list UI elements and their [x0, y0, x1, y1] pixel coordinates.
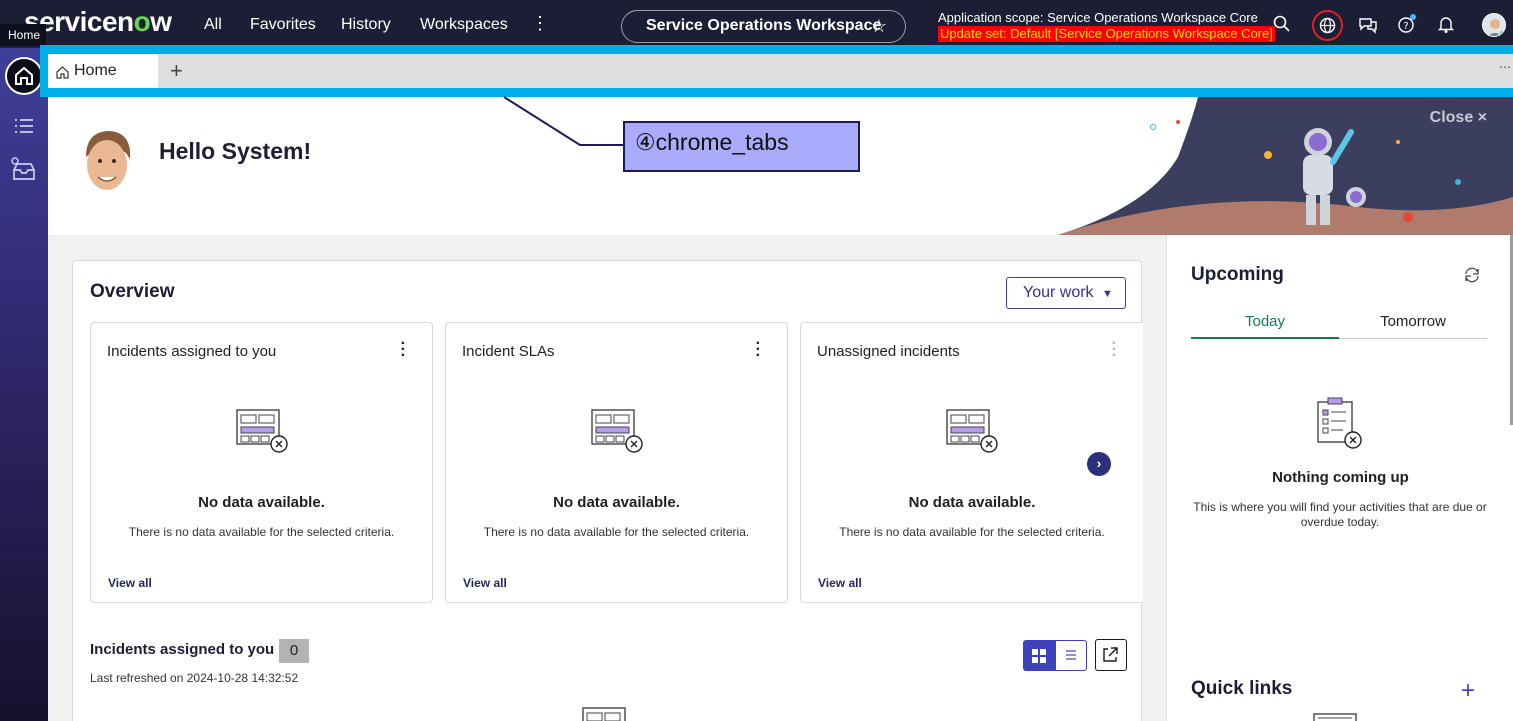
- no-data-illustration: [946, 409, 998, 453]
- left-sidebar: [0, 48, 48, 721]
- no-data-title: No data available.: [553, 494, 680, 511]
- home-icon: [56, 66, 69, 79]
- search-icon[interactable]: [1270, 12, 1294, 36]
- no-data-description: There is no data available for the selec…: [483, 525, 750, 539]
- nothing-coming-up-title: Nothing coming up: [1272, 469, 1409, 486]
- your-work-dropdown[interactable]: Your work ▼: [1006, 277, 1126, 309]
- card-menu-icon[interactable]: · · ·: [756, 336, 761, 364]
- quick-links-title: Quick links: [1191, 678, 1293, 699]
- update-set: Update set: Default [Service Operations …: [938, 26, 1275, 42]
- nothing-coming-up-description: This is where you will find your activit…: [1193, 500, 1487, 529]
- no-data-title: No data available.: [198, 494, 325, 511]
- grid-icon: [1032, 649, 1046, 663]
- view-all-link[interactable]: View all: [463, 576, 507, 590]
- no-data-illustration: [236, 409, 288, 453]
- tab-home-label: Home: [74, 62, 117, 79]
- card-incident-slas: Incident SLAs · · · No data available. The…: [445, 322, 788, 603]
- tab-today[interactable]: Today: [1191, 305, 1339, 339]
- view-all-link[interactable]: View all: [818, 576, 862, 590]
- card-menu-icon[interactable]: · · ·: [401, 336, 406, 364]
- tab-overflow-icon[interactable]: ⋯: [1499, 60, 1511, 74]
- nav-workspaces[interactable]: Workspaces: [420, 16, 508, 34]
- tab-home[interactable]: Home: [48, 54, 158, 88]
- card-menu-icon[interactable]: · · ·: [1112, 336, 1117, 364]
- bell-icon[interactable]: [1434, 12, 1458, 36]
- card-incidents-assigned: Incidents assigned to you · · · No data av…: [90, 322, 433, 603]
- user-photo: [72, 127, 140, 201]
- clipboard-illustration: [1317, 397, 1362, 449]
- refresh-icon[interactable]: [1463, 266, 1481, 284]
- greeting-heading: Hello System!: [159, 138, 312, 164]
- close-banner-button[interactable]: Close ×: [1430, 109, 1487, 127]
- add-quick-link-button[interactable]: +: [1461, 677, 1475, 705]
- last-refreshed: Last refreshed on 2024-10-28 14:32:52: [90, 671, 299, 685]
- workspace-title: Service Operations Workspace: [646, 17, 882, 34]
- nav-favorites[interactable]: Favorites: [250, 16, 316, 34]
- home-icon[interactable]: [5, 57, 43, 95]
- chrome-tabs: Home + ⋯: [40, 45, 1513, 97]
- favorite-star-icon[interactable]: ☆: [871, 16, 887, 37]
- application-scope: Application scope: Service Operations Wo…: [938, 10, 1258, 25]
- svg-text:?: ?: [1403, 21, 1408, 32]
- home-tooltip: Home: [0, 24, 46, 46]
- card-title: Incidents assigned to you: [107, 343, 277, 360]
- no-data-illustration: [591, 409, 643, 453]
- chevron-down-icon: ▼: [1102, 288, 1113, 300]
- workspace-title-pill[interactable]: Service Operations Workspace ☆: [621, 10, 906, 43]
- list-icon[interactable]: [12, 114, 36, 138]
- overview-panel: Overview Your work ▼ Incidents assigned …: [72, 260, 1143, 721]
- application-scope-info[interactable]: Application scope: Service Operations Wo…: [938, 10, 1275, 42]
- add-tab-button[interactable]: +: [170, 58, 183, 84]
- card-title: Incident SLAs: [462, 343, 555, 360]
- tab-tomorrow[interactable]: Tomorrow: [1339, 305, 1487, 339]
- annotation-leader-line: [503, 96, 625, 146]
- view-all-link[interactable]: View all: [108, 576, 152, 590]
- carousel-next-button[interactable]: ›: [1087, 452, 1111, 476]
- help-icon[interactable]: ?: [1395, 12, 1419, 36]
- no-data-description: There is no data available for the selec…: [128, 525, 395, 539]
- inbox-icon[interactable]: [10, 156, 38, 184]
- overview-title: Overview: [90, 281, 175, 302]
- user-avatar[interactable]: [1482, 13, 1506, 37]
- globe-icon: [1319, 17, 1336, 34]
- globe-button[interactable]: [1312, 10, 1343, 41]
- quick-links-illustration: [1313, 713, 1357, 721]
- top-navigation-bar: servicenow All Favorites History Workspa…: [0, 0, 1513, 48]
- nav-all[interactable]: All: [204, 16, 222, 34]
- card-title: Unassigned incidents: [817, 343, 960, 360]
- servicenow-logo[interactable]: servicenow: [24, 6, 172, 38]
- more-menu-icon[interactable]: ⋮: [531, 13, 549, 34]
- no-data-title: No data available.: [908, 494, 1036, 511]
- grid-view-toggle[interactable]: [1023, 640, 1055, 671]
- annotation-label: ④chrome_tabs: [623, 121, 860, 172]
- upcoming-title: Upcoming: [1191, 264, 1284, 285]
- no-data-illustration: [582, 707, 626, 721]
- list-icon: [1066, 650, 1076, 660]
- list-view-toggle[interactable]: [1055, 640, 1087, 671]
- upcoming-panel: Upcoming Today Tomorrow Nothing coming u…: [1166, 235, 1513, 721]
- nav-history[interactable]: History: [341, 16, 391, 34]
- incident-count-badge: 0: [279, 639, 309, 663]
- chat-icon[interactable]: [1356, 12, 1380, 36]
- external-link-icon: [1103, 647, 1118, 662]
- incidents-list-title: Incidents assigned to you: [90, 641, 275, 658]
- open-in-new-button[interactable]: [1095, 639, 1127, 671]
- no-data-description: There is no data available for the selec…: [839, 525, 1105, 539]
- your-work-label: Your work: [1023, 284, 1094, 301]
